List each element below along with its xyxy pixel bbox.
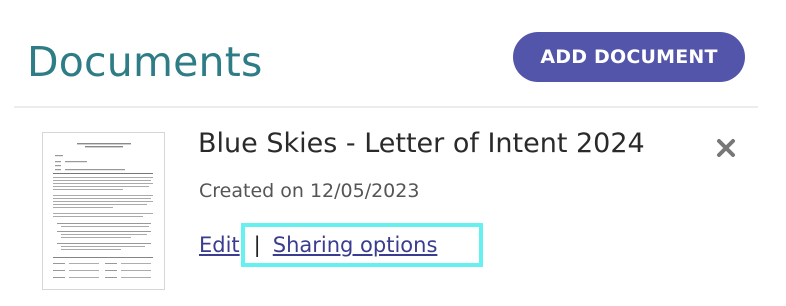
document-card: Blue Skies - Letter of Intent 2024 Creat…: [0, 108, 786, 306]
page-title: Documents: [27, 38, 263, 86]
document-thumbnail[interactable]: [42, 132, 165, 290]
edit-link[interactable]: Edit: [199, 233, 240, 257]
document-actions: Edit | Sharing options: [199, 228, 437, 262]
created-date: Created on 12/05/2023: [199, 180, 420, 202]
action-separator: |: [253, 233, 261, 257]
sharing-options-link[interactable]: Sharing options: [273, 233, 438, 257]
close-icon[interactable]: [712, 134, 740, 162]
document-title[interactable]: Blue Skies - Letter of Intent 2024: [198, 124, 645, 164]
document-thumbnail-icon: [53, 143, 153, 278]
add-document-button[interactable]: ADD DOCUMENT: [513, 32, 745, 82]
